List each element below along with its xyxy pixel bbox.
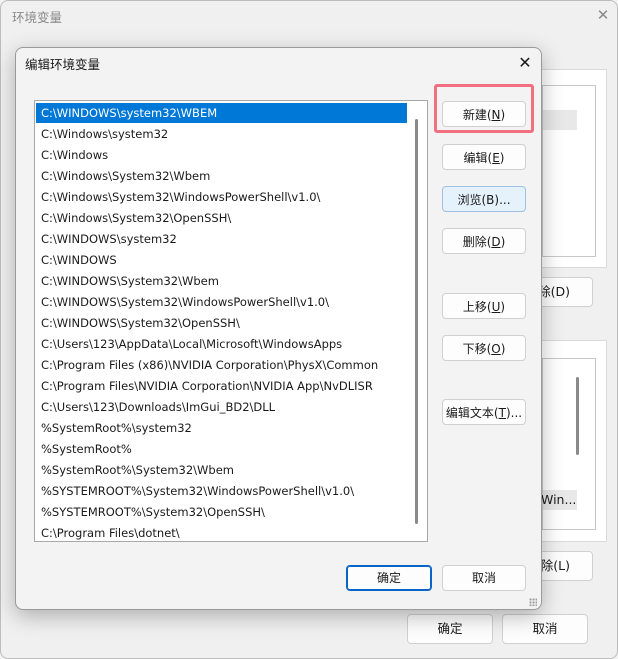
ok-button[interactable]: 确定 <box>346 565 432 591</box>
list-item[interactable]: C:\WINDOWS\system32\WBEM <box>36 103 407 123</box>
list-item[interactable]: C:\Windows <box>36 145 407 165</box>
move-up-button-label: 上移( <box>462 300 492 314</box>
delete-button-label-end: ) <box>500 235 506 249</box>
close-icon[interactable]: ✕ <box>513 51 537 75</box>
new-button-label-end: ) <box>500 108 506 122</box>
list-item[interactable]: C:\Users\123\AppData\Local\Microsoft\Win… <box>36 334 407 354</box>
path-list[interactable]: C:\WINDOWS\system32\WBEM C:\Windows\syst… <box>34 100 428 542</box>
list-item[interactable]: C:\Windows\System32\Wbem <box>36 166 407 186</box>
system-variables-inner: Win... <box>541 358 596 530</box>
list-item[interactable]: C:\WINDOWS\system32 <box>36 229 407 249</box>
edit-button-label-end: ) <box>499 151 505 165</box>
list-item[interactable]: C:\WINDOWS\System32\Wbem <box>36 271 407 291</box>
move-up-button-label-end: ) <box>500 300 506 314</box>
system-scrollbar[interactable] <box>576 377 579 455</box>
edit-text-button-label-end: )... <box>505 406 523 420</box>
edit-text-button[interactable]: 编辑文本(T)... <box>442 399 526 425</box>
list-item[interactable]: C:\WINDOWS\System32\WindowsPowerShell\v1… <box>36 292 407 312</box>
edit-text-button-accel: T <box>498 406 506 420</box>
delete-button[interactable]: 删除(D) <box>442 228 526 254</box>
move-down-button-accel: O <box>491 342 501 356</box>
new-button[interactable]: 新建(N) <box>442 101 526 127</box>
user-variables-inner <box>542 85 596 257</box>
cancel-button[interactable]: 取消 <box>442 565 526 591</box>
delete-button-accel: D <box>491 235 501 249</box>
delete-system-variable-label: 除(L) <box>540 558 570 573</box>
list-item[interactable]: %SystemRoot% <box>36 439 407 459</box>
window-title: 环境变量 <box>12 10 63 25</box>
cancel-button[interactable]: 取消 <box>502 614 588 644</box>
list-item[interactable]: C:\Program Files\dotnet\ <box>36 523 407 541</box>
ok-button[interactable]: 确定 <box>407 614 493 644</box>
edit-text-button-label: 编辑文本( <box>445 406 499 420</box>
path-list-scrollbar[interactable] <box>415 119 418 524</box>
edit-button-accel: E <box>492 151 500 165</box>
delete-user-variable-label: 除(D) <box>538 284 570 299</box>
close-icon[interactable]: ✕ <box>592 4 614 26</box>
list-item[interactable]: C:\WINDOWS\System32\OpenSSH\ <box>36 313 407 333</box>
move-up-button[interactable]: 上移(U) <box>442 293 526 319</box>
list-item[interactable]: C:\Windows\system32 <box>36 124 407 144</box>
list-item[interactable]: C:\Windows\System32\WindowsPowerShell\v1… <box>36 187 407 207</box>
list-item[interactable]: %SYSTEMROOT%\System32\WindowsPowerShell\… <box>36 481 407 501</box>
browse-button-label: 浏览(B)... <box>457 193 511 207</box>
list-item[interactable]: C:\Program Files\NVIDIA Corporation\NVID… <box>36 376 407 396</box>
list-item[interactable]: %SystemRoot%\system32 <box>36 418 407 438</box>
list-item[interactable]: C:\Program Files (x86)\NVIDIA Corporatio… <box>36 355 407 375</box>
edit-button[interactable]: 编辑(E) <box>442 144 526 170</box>
user-variables-selected-row <box>543 110 577 130</box>
edit-button-label: 编辑( <box>463 151 493 165</box>
move-down-button-label-end: ) <box>500 342 506 356</box>
browse-button[interactable]: 浏览(B)... <box>442 186 526 212</box>
resize-grip-icon[interactable] <box>529 598 537 606</box>
list-item[interactable]: C:\Windows\System32\OpenSSH\ <box>36 208 407 228</box>
list-item[interactable]: C:\Users\123\Downloads\ImGui_BD2\DLL <box>36 397 407 417</box>
dialog-title: 编辑环境变量 <box>25 57 101 72</box>
move-down-button-label: 下移( <box>462 342 492 356</box>
new-button-label: 新建( <box>462 108 492 122</box>
list-item[interactable]: C:\WINDOWS <box>36 250 407 270</box>
system-variable-value-fragment: Win... <box>541 492 577 507</box>
delete-button-label: 删除( <box>462 235 492 249</box>
list-item[interactable]: %SYSTEMROOT%\System32\OpenSSH\ <box>36 502 407 522</box>
move-down-button[interactable]: 下移(O) <box>442 335 526 361</box>
edit-environment-variable-dialog: 编辑环境变量 ✕ C:\WINDOWS\system32\WBEM C:\Win… <box>15 47 542 610</box>
list-item[interactable]: %SystemRoot%\System32\Wbem <box>36 460 407 480</box>
